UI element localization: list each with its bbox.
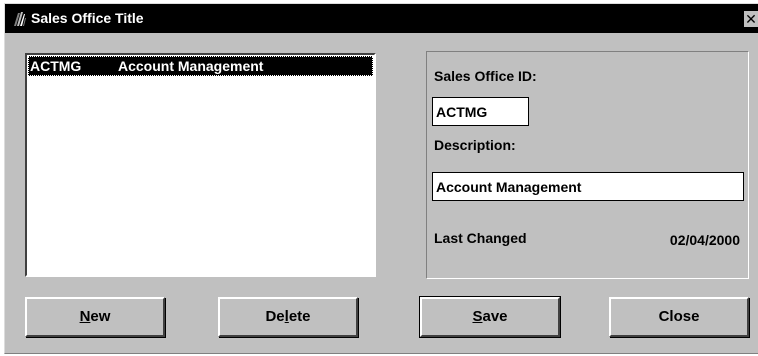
save-label-post: ave (482, 308, 508, 325)
book-icon (14, 12, 26, 26)
list-item-description: Account Management (118, 58, 264, 74)
close-icon[interactable]: ✕ (744, 11, 758, 27)
last-changed-value: 02/04/2000 (669, 232, 740, 248)
new-label-mnemonic: N (79, 308, 91, 325)
close-button[interactable]: Close (609, 297, 749, 337)
sales-office-id-label: Sales Office ID: (434, 68, 537, 84)
save-button[interactable]: Save (419, 296, 561, 338)
description-field[interactable] (432, 172, 744, 201)
sales-office-id-field[interactable] (432, 97, 529, 126)
window-title: Sales Office Title (31, 10, 144, 26)
save-label-mnemonic: S (472, 308, 483, 325)
new-label-post: ew (90, 308, 111, 325)
delete-label-post: ete (288, 308, 311, 325)
new-button[interactable]: New (25, 297, 165, 337)
delete-label-pre: De (265, 308, 285, 325)
sales-office-list[interactable]: ACTMG Account Management (25, 53, 376, 277)
delete-button[interactable]: Delete (218, 297, 358, 337)
list-item[interactable]: ACTMG Account Management (28, 56, 373, 76)
title-bar[interactable]: Sales Office Title ✕ (5, 4, 758, 33)
details-panel: Sales Office ID: Description: Last Chang… (426, 51, 749, 279)
last-changed-label: Last Changed (434, 230, 527, 246)
list-item-id: ACTMG (30, 58, 82, 74)
close-label: Close (658, 308, 700, 325)
description-label: Description: (434, 137, 516, 153)
sales-office-window: Sales Office Title ✕ ACTMG Account Manag… (4, 3, 758, 354)
